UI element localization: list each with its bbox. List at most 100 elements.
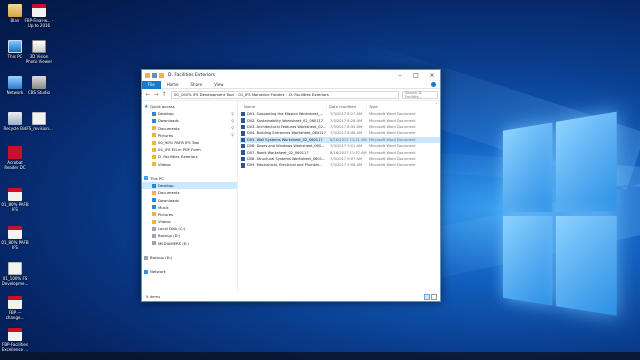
file-name: D08. Structural Systems Worksheet_0601..… — [247, 157, 327, 161]
file-explorer-window[interactable]: D. Facilities Exteriors – □ × File Home … — [141, 69, 441, 302]
search-input[interactable]: Search D. Facilitie... — [402, 91, 438, 99]
nav-item[interactable]: ★ Quick access — [142, 103, 237, 110]
file-type: Microsoft Word Document — [367, 131, 427, 135]
desktop-icon[interactable]: FBP-Facilities Excellence ... — [0, 328, 30, 352]
tab-share[interactable]: Share — [185, 81, 209, 89]
desktop-icon[interactable]: Acrobat Reader DC — [0, 146, 30, 170]
nav-item[interactable]: Network — [142, 268, 237, 275]
nav-item[interactable]: Desktop ⚲ — [142, 110, 237, 117]
desktop-icon[interactable]: 3D Vision Photo Viewer — [24, 40, 54, 64]
nav-item[interactable]: Backup (D:) — [142, 232, 237, 239]
desktop-icon[interactable]: CBS Studio — [24, 76, 54, 95]
column-name[interactable]: Name — [240, 104, 326, 109]
desktop-icon[interactable]: 01_100% FS Developme... — [0, 262, 30, 286]
maximize-button[interactable]: □ — [408, 70, 424, 81]
pictures-icon — [152, 133, 156, 137]
new-folder-icon[interactable] — [159, 73, 164, 78]
file-type: Microsoft Word Document — [367, 125, 427, 129]
desktop-icon-label: Acrobat Reader DC — [0, 160, 30, 170]
scroll-up-icon[interactable]: ⌃ — [435, 102, 438, 107]
title-bar[interactable]: D. Facilities Exteriors – □ × — [142, 70, 440, 81]
file-row[interactable]: D09. Mechanical, Electrical and Plumbin.… — [240, 162, 440, 168]
word-document-icon — [241, 163, 245, 168]
nav-item[interactable]: Music — [142, 204, 237, 211]
desktop-icon[interactable]: 01_80% PAFB IFS — [0, 188, 30, 212]
nav-item-label: Videos — [158, 162, 171, 167]
acrobat-icon — [8, 146, 22, 159]
minimize-button[interactable]: – — [392, 70, 408, 81]
tab-home[interactable]: Home — [161, 81, 185, 89]
desktop-icon[interactable]: FBP — change... — [0, 296, 30, 320]
drive-icon — [152, 241, 156, 245]
forward-arrow-icon[interactable]: → — [152, 91, 160, 98]
nav-item[interactable]: Backup (D:) — [142, 254, 237, 261]
pictures-icon — [152, 212, 156, 216]
nav-item[interactable]: Documents — [142, 189, 237, 196]
desktop-icon[interactable]: FBP-Final-w... - Up to 2016 — [24, 4, 54, 28]
address-bar[interactable]: 00_100% IFS Development Tool › 01_IFS Na… — [171, 91, 399, 99]
file-name: D01. Supporting the Mission Worksheet_..… — [247, 112, 327, 116]
nav-spacer — [142, 261, 237, 268]
navigation-bar: ← → ↑ 00_100% IFS Development Tool › 01_… — [142, 89, 440, 101]
pdf-file-icon — [32, 4, 46, 17]
nav-item-label: Music — [158, 205, 169, 210]
nav-item[interactable]: Pictures — [142, 211, 237, 218]
document-icon — [8, 262, 22, 275]
nav-item[interactable]: Local Disk (C:) — [142, 225, 237, 232]
word-document-icon — [241, 144, 245, 149]
nav-item-label: Local Disk (C:) — [158, 226, 185, 231]
close-button[interactable]: × — [424, 70, 440, 81]
nav-item[interactable]: Pictures ⚲ — [142, 132, 237, 139]
desktop-icon[interactable]: 01_80% PAFB IFS — [0, 226, 30, 250]
file-list: Name Date modified Type D01. Supporting … — [238, 101, 440, 291]
downloads-icon — [152, 198, 156, 202]
column-date-modified[interactable]: Date modified — [326, 104, 366, 109]
desktop-icon-label: FBP-Facilities Excellence ... — [0, 342, 30, 352]
file-type: Microsoft Word Document — [367, 151, 427, 155]
tab-view[interactable]: View — [208, 81, 230, 89]
nav-item[interactable]: Downloads ⚲ — [142, 117, 237, 124]
back-arrow-icon[interactable]: ← — [144, 91, 152, 98]
nav-item[interactable]: Videos — [142, 161, 237, 168]
folder-icon — [145, 73, 150, 78]
nav-item[interactable]: MEDIAMERS (E:) — [142, 240, 237, 247]
breadcrumb-2[interactable]: D. Facilities Exteriors — [289, 92, 329, 97]
details-view-icon[interactable] — [424, 294, 430, 300]
file-name: D02. Sustainability Worksheet_02_060117 — [247, 119, 327, 123]
nav-item[interactable]: Documents ⚲ — [142, 125, 237, 132]
desktop-icon-label: 3D Vision Photo Viewer — [24, 54, 54, 64]
nav-item-label: Desktop — [158, 111, 174, 116]
desktop-icon[interactable]: IFS_revision... — [24, 112, 54, 131]
recycle-bin-icon — [8, 112, 22, 125]
up-arrow-icon[interactable]: ↑ — [160, 91, 168, 98]
help-icon[interactable] — [431, 82, 436, 87]
column-type[interactable]: Type — [366, 104, 426, 109]
photo-viewer-icon — [32, 40, 46, 53]
word-document-icon — [241, 157, 245, 162]
nav-item-label: Downloads — [158, 118, 179, 123]
nav-item[interactable]: D. Facilities Exteriors — [142, 153, 237, 160]
word-document-icon — [241, 150, 245, 155]
file-type: Microsoft Word Document — [367, 144, 427, 148]
file-date: 7/3/2017 8:44 AM — [327, 125, 367, 129]
nav-item[interactable]: Downloads — [142, 196, 237, 203]
nav-item[interactable]: Desktop — [142, 182, 237, 189]
word-document-icon — [241, 138, 245, 143]
nav-item[interactable]: 04_IFS Fill-in PDF Form — [142, 146, 237, 153]
network-icon — [8, 76, 22, 89]
breadcrumb-0[interactable]: 00_100% IFS Development Tool — [174, 92, 234, 97]
tab-file[interactable]: File — [142, 81, 161, 89]
desktop-icon-label: 01_80% PAFB IFS — [0, 240, 30, 250]
nav-item[interactable]: Videos — [142, 218, 237, 225]
large-icons-view-icon[interactable] — [431, 294, 437, 300]
app-icon — [32, 76, 46, 89]
file-type: Microsoft Word Document — [367, 112, 427, 116]
nav-item-label: Desktop — [158, 183, 174, 188]
breadcrumb-1[interactable]: 01_IFS Narrative Folders — [238, 92, 284, 97]
word-document-icon — [241, 125, 245, 130]
pc-icon — [144, 176, 148, 180]
nav-item[interactable]: This PC — [142, 175, 237, 182]
nav-item-label: This PC — [150, 176, 164, 181]
nav-item[interactable]: 00_90% PAFB IFS Tool — [142, 139, 237, 146]
properties-icon[interactable] — [152, 73, 157, 78]
